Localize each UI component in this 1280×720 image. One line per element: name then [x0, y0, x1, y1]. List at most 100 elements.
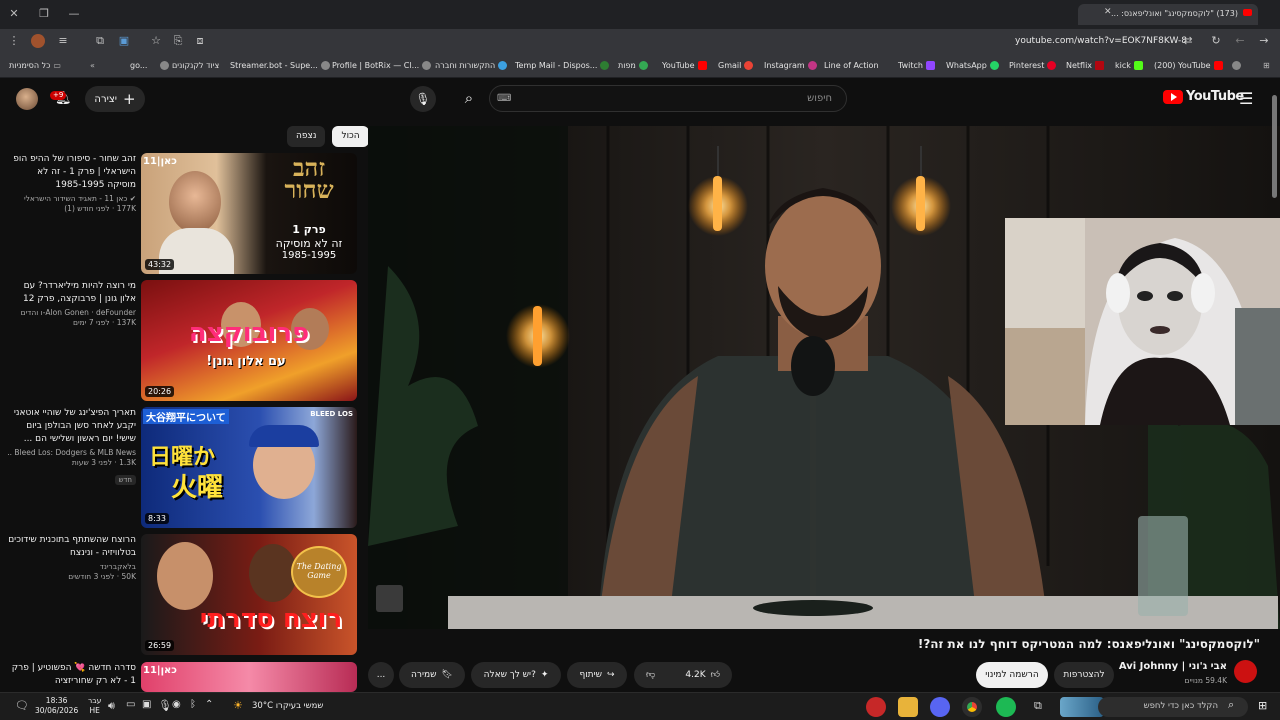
- bookmark-item[interactable]: Instagram: [764, 61, 817, 70]
- search-input[interactable]: חיפוש: [489, 85, 847, 112]
- chrome-icon[interactable]: [962, 697, 982, 717]
- like-button[interactable]: 4.2K 👍︎: [685, 670, 720, 680]
- chip-all[interactable]: הכול: [332, 126, 369, 147]
- profile-icon[interactable]: [31, 34, 45, 48]
- channel-name[interactable]: ✔ כאן 11 - תאגיד השידור הישראלי: [8, 194, 136, 203]
- system-clock[interactable]: 18:36 30/06/2026: [35, 696, 78, 716]
- site-settings-icon[interactable]: ⇄: [1180, 33, 1196, 49]
- apps-grid-icon[interactable]: ⊞: [1263, 61, 1270, 70]
- video-title[interactable]: מי רוצה להיות מיליארדר? עם אלון גונן | פ…: [8, 280, 136, 306]
- reload-icon[interactable]: ↻: [1208, 33, 1224, 49]
- video-thumbnail[interactable]: זהב שחור פרק 1 זה לא מוסיקה 1985-1995 כא…: [141, 153, 357, 274]
- list-item[interactable]: זהב שחור פרק 1 זה לא מוסיקה 1985-1995 כא…: [0, 153, 362, 275]
- bookmark-item[interactable]: kick: [1115, 61, 1143, 70]
- video-thumbnail[interactable]: 大谷翔平について 日曜か 火曜 BLEED LOS 8:33: [141, 407, 357, 528]
- minimize-icon[interactable]: ✕: [4, 4, 24, 24]
- volume-icon[interactable]: 🔊︎: [108, 699, 115, 713]
- tray-overflow-icon[interactable]: ⌃: [205, 699, 213, 710]
- join-button[interactable]: להצטרפות: [1054, 662, 1114, 688]
- video-thumbnail[interactable]: פרובוקצה עם אלון גונן! 20:26: [141, 280, 357, 401]
- channel-name[interactable]: בלאקברינד: [8, 562, 136, 571]
- video-thumbnail[interactable]: The Dating Game רוצח סדרתי 26:59: [141, 534, 357, 655]
- bookmark-item[interactable]: Pinterest: [1009, 61, 1057, 70]
- dislike-icon[interactable]: 👎︎: [646, 670, 655, 680]
- list-item[interactable]: 大谷翔平について 日曜か 火曜 BLEED LOS 8:33 תאריך הפי…: [0, 407, 362, 529]
- bookmark-item[interactable]: YouTube: [662, 61, 707, 70]
- more-actions-button[interactable]: ...: [368, 662, 394, 688]
- notifications-icon[interactable]: 🗨︎: [15, 699, 29, 712]
- mic-icon[interactable]: 🎙︎: [410, 86, 436, 112]
- start-icon[interactable]: ⊞: [1258, 699, 1267, 712]
- bookmark-item[interactable]: מפות: [618, 61, 648, 70]
- app-icon[interactable]: [866, 697, 886, 717]
- video-title[interactable]: סדרה חדשה 💘 הפשוטיע | פרק 1 - לא רק שחור…: [8, 662, 136, 688]
- translate-icon[interactable]: ▣: [116, 33, 132, 49]
- forward-icon[interactable]: ←: [1232, 33, 1248, 49]
- bookmark-item[interactable]: (200) YouTube: [1154, 61, 1223, 70]
- file-explorer-icon[interactable]: [898, 697, 918, 717]
- network-icon[interactable]: ▭: [126, 699, 135, 710]
- list-item[interactable]: The Dating Game רוצח סדרתי 26:59 הרוצח ש…: [0, 534, 362, 656]
- spotify-icon[interactable]: [996, 697, 1016, 717]
- list-item[interactable]: כאן|11 סדרה חדשה 💘 הפשוטיע | פרק 1 - לא …: [0, 662, 362, 692]
- kebab-menu-icon[interactable]: ⋮: [6, 33, 22, 49]
- list-item[interactable]: פרובוקצה עם אלון גונן! 20:26 מי רוצה להי…: [0, 280, 362, 402]
- share-page-icon[interactable]: ⧈: [192, 33, 208, 49]
- task-view-icon[interactable]: ⧉: [1034, 699, 1042, 713]
- channel-avatar[interactable]: [1234, 660, 1257, 683]
- taskbar-search-input[interactable]: הקלד כאן כדי לחפש: [1098, 697, 1248, 717]
- scrollbar-thumb[interactable]: [1272, 95, 1277, 198]
- bookmark-item[interactable]: [1232, 61, 1241, 70]
- bookmark-all[interactable]: כל הסימניות ▭: [9, 61, 61, 70]
- youtube-logo[interactable]: YouTube: [1163, 89, 1244, 104]
- subscribe-button[interactable]: הרשמה למינוי: [976, 662, 1048, 688]
- star-icon[interactable]: ☆: [148, 33, 164, 49]
- bookmark-item[interactable]: WhatsApp: [946, 61, 999, 70]
- chip-watched[interactable]: נצפה: [287, 126, 326, 147]
- hamburger-menu-icon[interactable]: ☰: [1239, 89, 1253, 108]
- back-icon[interactable]: →: [1256, 33, 1272, 49]
- mic-tray-icon[interactable]: 🎙︎: [158, 699, 172, 712]
- youtube-favicon-icon: [1243, 9, 1252, 16]
- video-title[interactable]: זהב שחור - סיפורו של ההיפ הופ הישראלי | …: [8, 153, 136, 192]
- avatar[interactable]: [16, 88, 38, 110]
- weather-text[interactable]: 30°C שמשי בעיקרו: [252, 701, 323, 711]
- bookmark-item[interactable]: go...: [130, 61, 147, 70]
- video-title[interactable]: הרוצח שהשתתף בתוכנית שידוכים בטלוויזיה -…: [8, 534, 136, 560]
- restore-icon[interactable]: ❐: [34, 4, 54, 24]
- pinterest-icon: [1047, 61, 1057, 70]
- cast-icon[interactable]: ⎘: [170, 33, 186, 49]
- obs-tray-icon[interactable]: ◉: [172, 699, 181, 710]
- channel-watermark[interactable]: [376, 585, 403, 612]
- bookmark-item[interactable]: Temp Mail - Dispos...: [515, 61, 610, 70]
- bookmark-item[interactable]: Netflix: [1066, 61, 1105, 70]
- video-thumbnail[interactable]: כאן|11: [141, 662, 357, 692]
- display-icon[interactable]: ▣: [142, 699, 151, 710]
- ask-button[interactable]: יש לך שאלה? ✦: [471, 662, 561, 688]
- puzzle-icon[interactable]: ⧉: [92, 33, 108, 49]
- share-button[interactable]: שיתוף ↪: [567, 662, 627, 688]
- bookmarks-overflow-icon[interactable]: «: [90, 61, 95, 70]
- bookmark-item[interactable]: Profile | BotRix — Cl...: [332, 61, 432, 70]
- channel-name[interactable]: Bleed Los: Dodgers & MLB News ...: [8, 448, 136, 457]
- address-bar[interactable]: youtube.com/watch?v=EOK7NF8KW-8: [1015, 36, 1187, 46]
- language-indicator[interactable]: עבר HE: [88, 696, 101, 716]
- channel-name[interactable]: אבי ג'וני | Avi Johnny: [1119, 661, 1227, 672]
- keyboard-icon[interactable]: ⌨: [497, 93, 511, 104]
- bookmark-item[interactable]: Twitch: [898, 61, 935, 70]
- bookmark-item[interactable]: התקשורות וחברה: [435, 61, 508, 70]
- video-title[interactable]: תאריך הפיצ'ינג של שוהיי אוטאני יקבע לאחר…: [8, 407, 136, 446]
- search-icon[interactable]: ⌕: [455, 85, 483, 112]
- discord-icon[interactable]: [930, 697, 950, 717]
- save-button[interactable]: שמירה 🔖︎: [399, 662, 465, 688]
- bookmark-item[interactable]: Line of Action: [824, 61, 879, 70]
- bookmark-item[interactable]: Gmail: [718, 61, 754, 70]
- close-tab-icon[interactable]: ✕: [1104, 7, 1112, 17]
- bookmark-item[interactable]: Streamer.bot - Supe...: [230, 61, 330, 70]
- close-window-icon[interactable]: —: [64, 4, 84, 24]
- bluetooth-icon[interactable]: ᛒ: [190, 699, 196, 710]
- bookmark-item[interactable]: ציוד לקנקונים: [160, 61, 219, 70]
- channel-name[interactable]: Alon Gonen · deFounder-ו והדים: [8, 308, 136, 317]
- create-button[interactable]: יצירה +: [85, 86, 145, 112]
- extension-icon[interactable]: ≡: [55, 33, 71, 49]
